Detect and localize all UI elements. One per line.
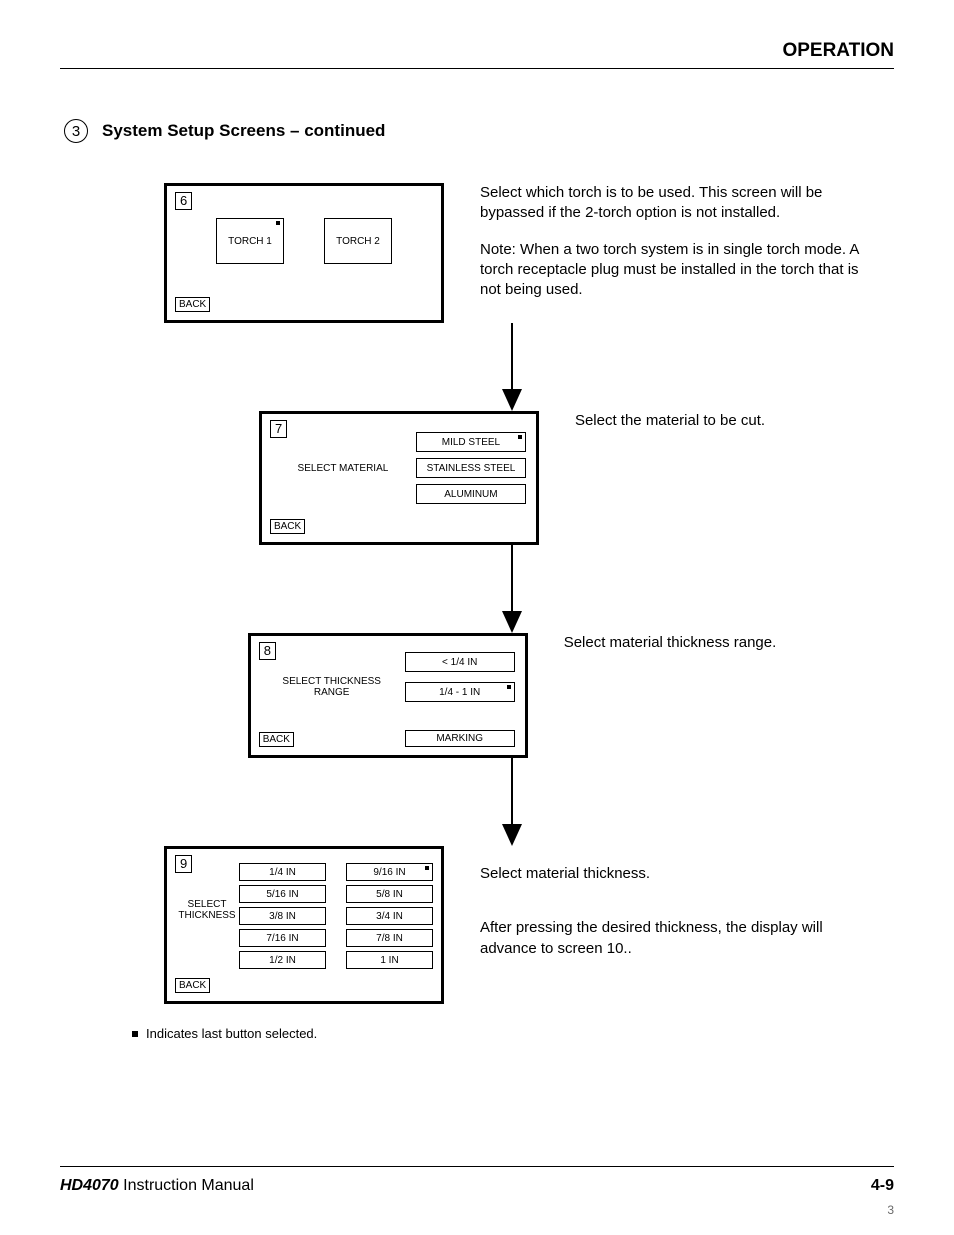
torch2-label: TORCH 2 bbox=[336, 236, 380, 247]
stainless-steel-button[interactable]: STAINLESS STEEL bbox=[416, 458, 526, 478]
desc-text: Select the material to be cut. bbox=[575, 411, 765, 431]
screen-number: 6 bbox=[175, 192, 192, 210]
screen-6-description: Select which torch is to be used. This s… bbox=[480, 183, 860, 316]
desc-text: Select which torch is to be used. This s… bbox=[480, 183, 860, 224]
torch2-button[interactable]: TORCH 2 bbox=[324, 218, 392, 264]
select-thickness-label: SELECT THICKNESS bbox=[175, 863, 239, 969]
quarter-to-one-button[interactable]: 1/4 - 1 IN bbox=[405, 682, 515, 702]
flow-arrow-icon bbox=[372, 323, 652, 411]
thickness-button[interactable]: 1/4 IN bbox=[239, 863, 326, 881]
torch1-button[interactable]: TORCH 1 bbox=[216, 218, 284, 264]
screen-7-description: Select the material to be cut. bbox=[575, 411, 765, 447]
aluminum-button[interactable]: ALUMINUM bbox=[416, 484, 526, 504]
torch1-label: TORCH 1 bbox=[228, 236, 272, 247]
desc-text: After pressing the desired thickness, th… bbox=[480, 918, 860, 959]
manual-label: Instruction Manual bbox=[119, 1177, 254, 1194]
note-text: Note: When a two torch system is in sing… bbox=[480, 240, 860, 301]
back-button[interactable]: BACK bbox=[259, 732, 294, 747]
footnote-text: Indicates last button selected. bbox=[146, 1026, 317, 1041]
thickness-button[interactable]: 1 IN bbox=[346, 951, 433, 969]
desc-text: Select material thickness. bbox=[480, 864, 860, 884]
back-button[interactable]: BACK bbox=[270, 519, 305, 534]
selected-marker-icon bbox=[507, 685, 511, 689]
screen-number: 7 bbox=[270, 420, 287, 438]
desc-text: Select material thickness range. bbox=[564, 633, 777, 653]
product-name: HD4070 bbox=[60, 1177, 119, 1194]
note-lead: Note: bbox=[480, 241, 516, 258]
screen-8: 8 SELECT THICKNESS RANGE < 1/4 IN 1/4 - … bbox=[248, 633, 528, 758]
screen-number: 9 bbox=[175, 855, 192, 873]
thickness-button[interactable]: 7/8 IN bbox=[346, 929, 433, 947]
selected-marker-icon bbox=[425, 866, 429, 870]
screen-6: 6 TORCH 1 TORCH 2 BACK bbox=[164, 183, 444, 323]
label-line: RANGE bbox=[314, 687, 350, 698]
section-title: System Setup Screens – continued bbox=[102, 121, 385, 141]
selected-marker-icon bbox=[132, 1031, 138, 1037]
mild-steel-button[interactable]: MILD STEEL bbox=[416, 432, 526, 452]
thickness-button[interactable]: 3/4 IN bbox=[346, 907, 433, 925]
thickness-button[interactable]: 7/16 IN bbox=[239, 929, 326, 947]
thickness-button[interactable]: 5/16 IN bbox=[239, 885, 326, 903]
back-button[interactable]: BACK bbox=[175, 978, 210, 993]
page-header: OPERATION bbox=[60, 40, 894, 69]
thickness-button[interactable]: 3/8 IN bbox=[239, 907, 326, 925]
page-footer: HD4070 Instruction Manual 4-9 bbox=[60, 1166, 894, 1195]
opt-label: MILD STEEL bbox=[442, 437, 500, 448]
flow-arrow-icon bbox=[372, 758, 652, 846]
flow-arrow-icon bbox=[372, 545, 652, 633]
screen-7: 7 SELECT MATERIAL MILD STEEL STAINLESS S… bbox=[259, 411, 539, 545]
legend-footnote: Indicates last button selected. bbox=[132, 1026, 894, 1041]
lt-quarter-button[interactable]: < 1/4 IN bbox=[405, 652, 515, 672]
select-thickness-range-label: SELECT THICKNESS RANGE bbox=[259, 652, 405, 698]
note-body: When a two torch system is in single tor… bbox=[480, 241, 859, 299]
select-material-label: SELECT MATERIAL bbox=[270, 463, 416, 474]
label-line: THICKNESS bbox=[178, 910, 235, 921]
header-title: OPERATION bbox=[60, 40, 894, 62]
section-number-icon: 3 bbox=[64, 119, 88, 143]
selected-marker-icon bbox=[518, 435, 522, 439]
screen-number: 8 bbox=[259, 642, 276, 660]
thickness-button[interactable]: 5/8 IN bbox=[346, 885, 433, 903]
screen-8-description: Select material thickness range. bbox=[564, 633, 777, 669]
thickness-button[interactable]: 9/16 IN bbox=[346, 863, 433, 881]
page-number: 4-9 bbox=[871, 1177, 894, 1195]
label-line: SELECT bbox=[188, 899, 227, 910]
back-button[interactable]: BACK bbox=[175, 297, 210, 312]
label-line: SELECT THICKNESS bbox=[282, 676, 381, 687]
thickness-button[interactable]: 1/2 IN bbox=[239, 951, 326, 969]
footer-left: HD4070 Instruction Manual bbox=[60, 1177, 254, 1195]
selected-marker-icon bbox=[276, 221, 280, 225]
pdf-page-number: 3 bbox=[887, 1203, 894, 1217]
screen-9-description: Select material thickness. After pressin… bbox=[480, 846, 860, 975]
opt-label: 1/4 - 1 IN bbox=[439, 687, 480, 698]
screen-9: 9 SELECT THICKNESS 1/4 IN 5/16 IN 3/8 IN… bbox=[164, 846, 444, 1004]
opt-label: 9/16 IN bbox=[373, 867, 405, 878]
section-heading: 3 System Setup Screens – continued bbox=[64, 119, 894, 143]
marking-button[interactable]: MARKING bbox=[405, 730, 515, 747]
